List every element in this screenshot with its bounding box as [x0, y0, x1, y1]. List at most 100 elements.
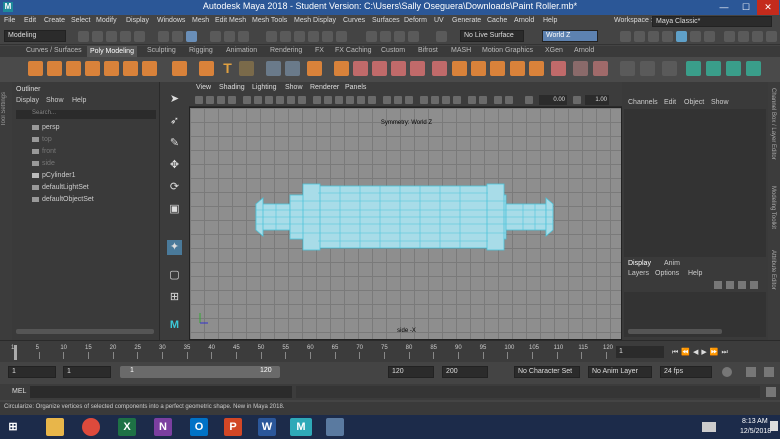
outliner-item-front[interactable]: front	[32, 148, 56, 155]
shelf-tab-animation[interactable]: Animation	[226, 47, 257, 54]
snipping-tool-icon[interactable]	[326, 418, 344, 436]
grid-icon[interactable]	[243, 96, 251, 104]
maximize-button[interactable]: ☐	[735, 0, 757, 15]
script-editor-icon[interactable]	[766, 387, 776, 397]
poly-torus-icon[interactable]	[104, 61, 119, 76]
workspace-dropdown[interactable]: Maya Classic*	[652, 16, 772, 27]
snap-grid-icon[interactable]	[266, 31, 277, 42]
snap-point-icon[interactable]	[294, 31, 305, 42]
character-set-dropdown[interactable]: No Character Set	[514, 366, 580, 378]
fill-hole-icon[interactable]	[452, 61, 467, 76]
scale-tool-icon[interactable]: ▣	[167, 202, 182, 217]
shelf-tab-motion-graphics[interactable]: Motion Graphics	[482, 47, 533, 54]
ambient-occlusion-icon[interactable]	[420, 96, 428, 104]
outliner-item-side[interactable]: side	[32, 160, 55, 167]
select-component-icon[interactable]	[186, 31, 197, 42]
select-hierarchy-icon[interactable]	[158, 31, 169, 42]
close-button[interactable]: ✕	[757, 0, 779, 15]
bookmark-icon[interactable]	[217, 96, 225, 104]
anti-aliasing-icon[interactable]	[442, 96, 450, 104]
redo-icon[interactable]	[134, 31, 145, 42]
clock-time[interactable]: 8:13 AM	[742, 418, 768, 425]
powerpoint-icon[interactable]: P	[224, 418, 242, 436]
multi-cut-icon[interactable]	[490, 61, 505, 76]
live-surface-icon[interactable]	[436, 31, 447, 42]
layer-menu-options[interactable]: Options	[655, 270, 679, 277]
menu-surfaces[interactable]: Surfaces	[372, 17, 400, 24]
quad-draw-icon[interactable]	[573, 61, 588, 76]
gamma-icon[interactable]	[573, 96, 581, 104]
poly-cylinder-icon[interactable]	[66, 61, 81, 76]
menu-create[interactable]: Create	[44, 17, 65, 24]
shadows-icon[interactable]	[368, 96, 376, 104]
menu-curves[interactable]: Curves	[343, 17, 365, 24]
modeling-toolkit-strip-tab[interactable]: Modeling Toolkit	[770, 186, 776, 229]
tool-settings-strip[interactable]: Tool Settings	[0, 82, 12, 340]
playback-controls[interactable]: ⏮⏪◀▶⏩⏭	[672, 348, 731, 357]
move-tool-icon[interactable]: ✥	[167, 158, 182, 173]
menu-windows[interactable]: Windows	[157, 17, 185, 24]
cb-menu-edit[interactable]: Edit	[664, 99, 676, 106]
panel-toggle-icon[interactable]	[704, 31, 715, 42]
tool-settings-toggle-icon[interactable]	[752, 31, 763, 42]
select-object-icon[interactable]	[172, 31, 183, 42]
outliner-scrollbar[interactable]	[16, 329, 154, 334]
move-layer-down-icon[interactable]	[726, 281, 734, 289]
gate-mask-icon[interactable]	[276, 96, 284, 104]
four-view-icon[interactable]: ⊞	[167, 290, 182, 305]
attribute-editor-strip-tab[interactable]: Attribute Editor	[770, 250, 776, 290]
menu-mesh-display[interactable]: Mesh Display	[294, 17, 336, 24]
soft-select-icon[interactable]	[640, 61, 655, 76]
panel-toggle-icon[interactable]	[648, 31, 659, 42]
auto-key-icon[interactable]	[746, 367, 756, 377]
menu-generate[interactable]: Generate	[452, 17, 481, 24]
text-tool-icon[interactable]: T	[220, 61, 235, 76]
mel-label[interactable]: MEL	[12, 388, 26, 395]
vp-menu-panels[interactable]: Panels	[345, 84, 366, 91]
range-slider[interactable]: 1 120	[120, 366, 280, 378]
target-weld-icon[interactable]	[510, 61, 525, 76]
camera-select-icon[interactable]	[195, 96, 203, 104]
shelf-tab-arnold[interactable]: Arnold	[574, 47, 594, 54]
shelf-tab-fx-caching[interactable]: FX Caching	[335, 47, 372, 54]
mel-input[interactable]	[30, 386, 292, 398]
menu-display[interactable]: Display	[126, 17, 149, 24]
shelf-tab-rendering[interactable]: Rendering	[270, 47, 302, 54]
poly-cube-icon[interactable]	[47, 61, 62, 76]
hypershade-icon[interactable]	[408, 31, 419, 42]
anim-layer-dropdown[interactable]: No Anim Layer	[588, 366, 652, 378]
exposure-reset-icon[interactable]	[525, 96, 533, 104]
use-all-lights-icon[interactable]	[357, 96, 365, 104]
svg-tool-icon[interactable]	[239, 61, 254, 76]
smooth-shade-icon[interactable]	[324, 96, 332, 104]
last-tool-icon[interactable]: ✦	[167, 240, 182, 255]
menu-select[interactable]: Select	[71, 17, 90, 24]
super-shape-icon[interactable]	[199, 61, 214, 76]
outliner-item-persp[interactable]: persp	[32, 124, 60, 131]
extrude-icon[interactable]	[372, 61, 387, 76]
current-time-marker[interactable]	[14, 345, 17, 360]
viewport-3d[interactable]: Symmetry: World Z side -X	[189, 107, 622, 340]
snap-curve-icon[interactable]	[280, 31, 291, 42]
cb-menu-object[interactable]: Object	[684, 99, 704, 106]
menu-help[interactable]: Help	[543, 17, 557, 24]
image-plane-icon[interactable]	[228, 96, 236, 104]
channel-box-strip-tab[interactable]: Channel Box / Layer Editor	[770, 88, 776, 160]
planar-mapping-icon[interactable]	[686, 61, 701, 76]
menu-uv[interactable]: UV	[434, 17, 444, 24]
attribute-editor-toggle-icon[interactable]	[738, 31, 749, 42]
cb-menu-channels[interactable]: Channels	[628, 99, 658, 106]
field-chart-icon[interactable]	[287, 96, 295, 104]
word-icon[interactable]: W	[258, 418, 276, 436]
mirror-icon[interactable]	[353, 61, 368, 76]
outliner-item-pcylinder1[interactable]: pCylinder1	[32, 172, 75, 179]
film-gate-icon[interactable]	[254, 96, 262, 104]
new-layer-icon[interactable]	[738, 281, 746, 289]
gamma-field[interactable]: 1.00	[585, 95, 609, 105]
connect-icon[interactable]	[529, 61, 544, 76]
playback-end-field[interactable]: 120	[388, 366, 434, 378]
make-live-icon[interactable]	[322, 31, 333, 42]
panel-toggle-icon[interactable]	[620, 31, 631, 42]
outliner-menu-display[interactable]: Display	[16, 97, 39, 104]
wireframe-icon[interactable]	[313, 96, 321, 104]
